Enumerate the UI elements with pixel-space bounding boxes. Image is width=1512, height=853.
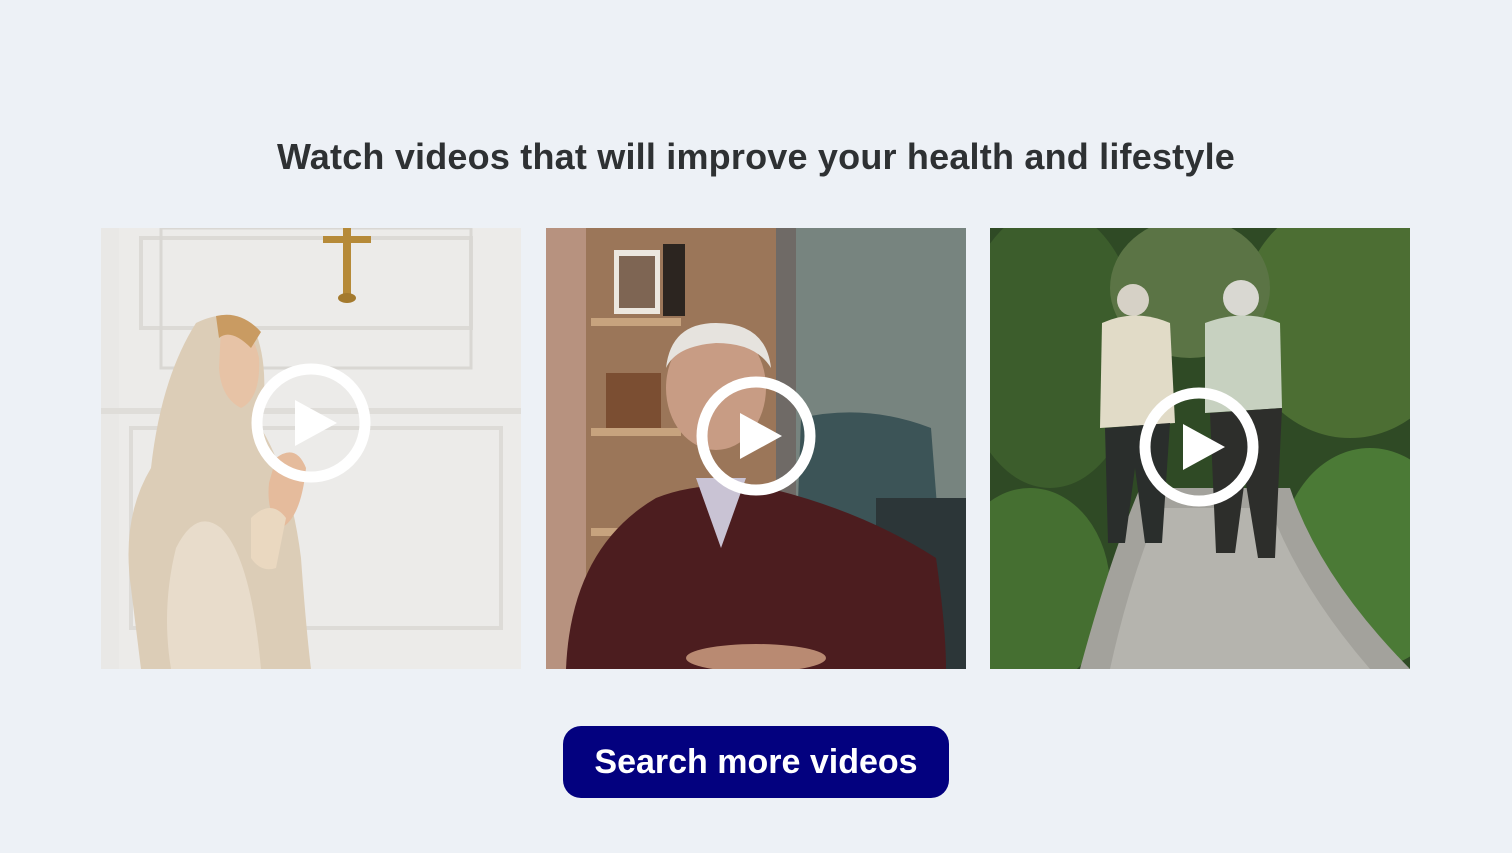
- play-circle-icon: [1139, 387, 1259, 507]
- play-button[interactable]: [251, 363, 371, 483]
- section-heading: Watch videos that will improve your heal…: [276, 136, 1236, 177]
- video-card-1[interactable]: [101, 228, 521, 669]
- play-button[interactable]: [1139, 387, 1259, 507]
- play-circle-icon: [251, 363, 371, 483]
- play-circle-icon: [696, 376, 816, 496]
- play-button[interactable]: [696, 376, 816, 496]
- search-more-videos-button[interactable]: Search more videos: [563, 726, 949, 798]
- video-card-2[interactable]: [546, 228, 966, 669]
- video-card-3[interactable]: [990, 228, 1410, 669]
